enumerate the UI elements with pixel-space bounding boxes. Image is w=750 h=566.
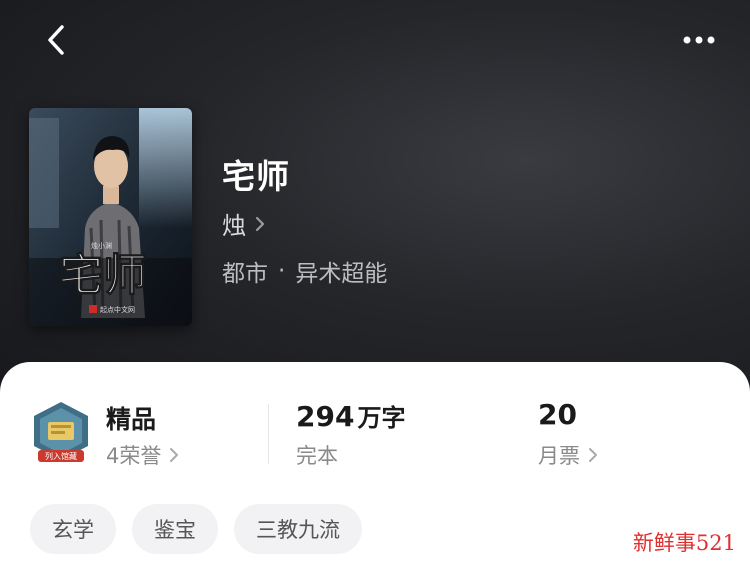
- tag-chip[interactable]: 三教九流: [234, 504, 362, 554]
- chevron-right-icon: [589, 448, 597, 462]
- author-name: 烛: [222, 212, 246, 240]
- monthly-tickets-value: 20: [538, 398, 577, 431]
- quality-label: 精品: [106, 405, 157, 434]
- genre-row: 都市 · 异术超能: [222, 254, 387, 288]
- tag-chip[interactable]: 玄学: [30, 504, 116, 554]
- collection-badge-icon[interactable]: 列入馆藏: [30, 400, 92, 466]
- tag-list: 玄学 鉴宝 三教九流: [30, 504, 362, 554]
- chevron-left-icon: [48, 25, 64, 55]
- honors-label: 4荣誉: [106, 444, 162, 468]
- honors-link[interactable]: 4荣誉: [106, 440, 179, 470]
- genre-separator: ·: [278, 258, 286, 284]
- chevron-right-icon: [255, 216, 265, 231]
- cover-image: 烛小渊 宅师 起点中文网: [29, 108, 192, 326]
- monthly-tickets-number: 20: [538, 398, 577, 431]
- watermark-text: 新鲜事521: [632, 531, 736, 555]
- stats-row: 列入馆藏 精品 4荣誉 294 万字 完本 20 月票: [0, 362, 750, 492]
- author-link[interactable]: 烛: [222, 206, 266, 241]
- word-count-unit: 万字: [357, 404, 406, 432]
- cover-publisher-text: 起点中文网: [100, 305, 135, 314]
- monthly-tickets-link[interactable]: 月票: [538, 440, 598, 470]
- genre-sub[interactable]: 异术超能: [295, 254, 387, 288]
- cover-author-text: 烛小渊: [91, 241, 112, 250]
- book-header: 烛小渊 宅师 起点中文网 宅师 烛 都市 · 异术超能: [0, 0, 750, 400]
- word-count-value: 294: [296, 400, 355, 433]
- word-count: 294 万字: [296, 398, 405, 433]
- more-dots-icon: [683, 36, 715, 44]
- book-cover[interactable]: 烛小渊 宅师 起点中文网: [29, 108, 192, 326]
- tag-chip[interactable]: 鉴宝: [132, 504, 218, 554]
- cover-title-text: 宅师: [59, 250, 147, 301]
- genre-main[interactable]: 都市: [222, 254, 268, 288]
- chevron-right-icon: [170, 448, 179, 462]
- badge-text: 列入馆藏: [45, 451, 77, 461]
- stats-divider: [268, 404, 269, 464]
- more-button[interactable]: [678, 24, 720, 56]
- completion-status: 完本: [296, 444, 338, 468]
- back-button[interactable]: [38, 20, 78, 60]
- book-title: 宅师: [222, 157, 290, 196]
- monthly-tickets-label: 月票: [538, 444, 580, 468]
